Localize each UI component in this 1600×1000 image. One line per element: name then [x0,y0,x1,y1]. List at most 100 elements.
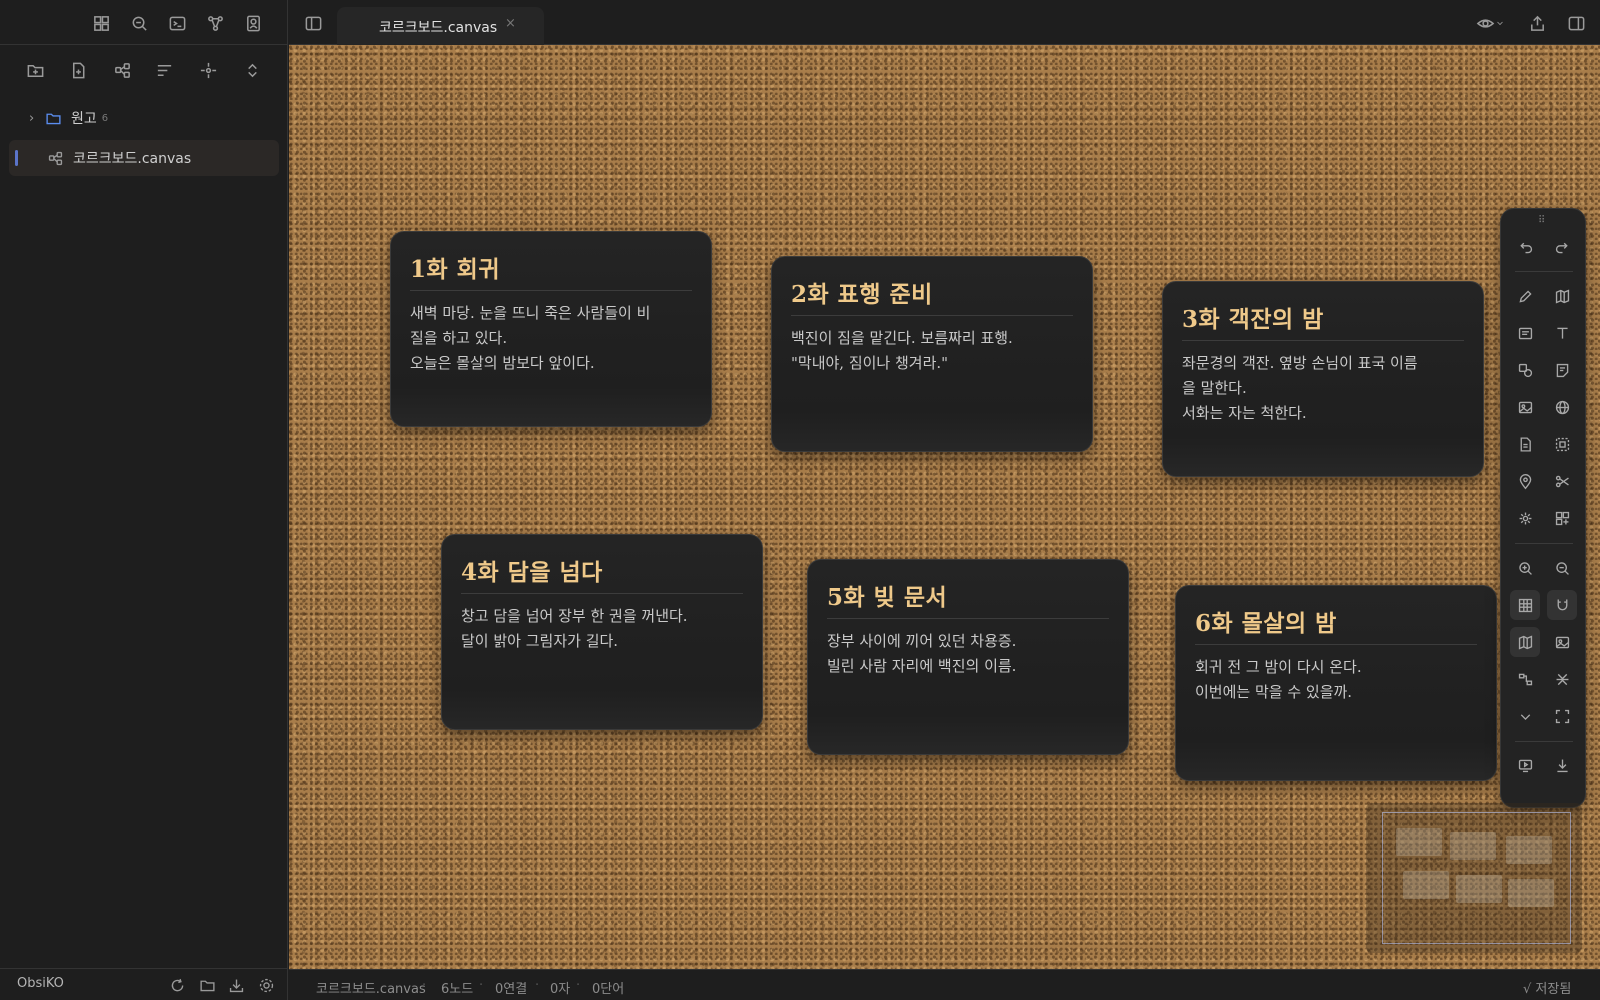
card-title: 3화 객잔의 밤 [1182,306,1324,333]
minimap-icon[interactable] [1510,627,1540,657]
tree-folder-count: 6 [101,112,109,124]
drag-handle-icon[interactable]: ⠿ [1538,215,1545,226]
download-icon[interactable] [1547,750,1577,780]
file-icon[interactable] [1510,429,1540,459]
card-divider [1182,340,1464,341]
new-note-icon[interactable] [64,56,92,84]
undo-icon[interactable] [1510,232,1540,262]
minimap-viewport[interactable] [1382,812,1571,944]
reveal-icon[interactable] [194,56,222,84]
share-icon[interactable] [1525,11,1549,35]
group-icon[interactable] [1547,429,1577,459]
status-separator: · [576,978,581,993]
card-title: 5화 빚 문서 [827,584,948,611]
tab-title: 코르크보드.canvas [379,20,498,36]
status-saved: √ 저장됨 [1523,982,1572,997]
present-icon[interactable] [1510,750,1540,780]
toolbar-divider [1515,741,1573,742]
tab-close-icon[interactable]: × [505,16,516,31]
status-words: 0단어 [592,982,625,997]
status-edges: 0연결 [495,982,528,997]
vault-name[interactable]: ObsiKO [17,976,64,991]
status-separator: · [479,978,484,993]
sort-icon[interactable] [150,56,178,84]
card-body: 창고 담을 넘어 장부 한 권을 꺼낸다. 달이 밝아 그림자가 길다. [461,607,688,650]
status-bar: 코르크보드.canvas · 6노드 · 0연결 · 0자 · 0단어 √ 저장… [289,969,1600,1000]
toolbar-divider [1515,271,1573,272]
fullscreen-icon[interactable] [1547,701,1577,731]
canvas-card[interactable]: 1화 회귀 새벽 마당. 눈을 뜨니 죽은 사람들이 비 질을 하고 있다. 오… [390,231,712,427]
magnet-icon[interactable] [1547,590,1577,620]
connect-icon[interactable] [1547,466,1577,496]
card-icon[interactable] [1510,318,1540,348]
web-icon[interactable] [1547,392,1577,422]
settings-icon[interactable] [255,974,277,996]
text-icon[interactable] [1547,318,1577,348]
left-sidebar: › 원고 6 코르크보드.canvas ObsiKO [0,0,288,1000]
canvas-toolbar: ⠿ [1500,208,1586,808]
arrange-icon[interactable] [1510,664,1540,694]
chevron-down-icon[interactable] [1510,701,1540,731]
tab-bar: 코르크보드.canvas × [289,0,1600,45]
canvas-card[interactable]: 3화 객잔의 밤 좌문경의 객잔. 옆방 손님이 표국 이름 을 말한다. 서화… [1162,281,1484,477]
minimap[interactable] [1366,803,1582,953]
card-body: 장부 사이에 끼어 있던 차용증. 빌린 사람 자리에 백진의 이름. [827,632,1017,675]
pin-icon[interactable] [1510,466,1540,496]
collapse-icon[interactable] [238,56,266,84]
card-body: 좌문경의 객잔. 옆방 손님이 표국 이름 을 말한다. 서화는 자는 척한다. [1182,354,1418,422]
status-separator: · [535,978,540,993]
shapes-icon[interactable] [1510,355,1540,385]
canvas-card[interactable]: 4화 담을 넘다 창고 담을 넘어 장부 한 권을 꺼낸다. 달이 밝아 그림자… [441,534,763,730]
sidebar-ribbon [0,0,288,45]
search-icon[interactable] [126,10,152,36]
card-divider [827,618,1109,619]
contacts-icon[interactable] [240,10,266,36]
canvas-icon [45,148,65,168]
card-divider [791,315,1073,316]
canvas-card[interactable]: 5화 빚 문서 장부 사이에 끼어 있던 차용증. 빌린 사람 자리에 백진의 … [807,559,1129,755]
canvas-card[interactable]: 2화 표행 준비 백진이 짐을 맡긴다. 보름짜리 표행. "막내야, 짐이나 … [771,256,1093,452]
card-body: 새벽 마당. 눈을 뜨니 죽은 사람들이 비 질을 하고 있다. 오늘은 몰살의… [410,304,651,372]
pen-icon[interactable] [1510,281,1540,311]
redo-icon[interactable] [1547,232,1577,262]
view-mode-icon[interactable] [1472,11,1508,35]
image-export-icon[interactable] [1547,627,1577,657]
map-icon[interactable] [1547,281,1577,311]
card-divider [461,593,743,594]
right-sidebar-icon[interactable] [1564,11,1588,35]
canvas-card[interactable]: 6화 몰살의 밤 회귀 전 그 밤이 다시 온다. 이번에는 막을 수 있을까. [1175,585,1497,781]
status-chars: 0자 [550,982,571,997]
vault-bar: ObsiKO [0,968,288,1000]
download-icon[interactable] [225,974,247,996]
tab-corkboard[interactable]: 코르크보드.canvas × [337,7,544,45]
tree-folder-manuscript[interactable]: › 원고 6 [9,100,279,136]
collapse-edges-icon[interactable] [1547,664,1577,694]
layout-grid-icon[interactable] [88,10,114,36]
widgets-icon[interactable] [1547,503,1577,533]
image-icon[interactable] [1510,392,1540,422]
card-title: 6화 몰살의 밤 [1195,610,1337,637]
tree-file-corkboard[interactable]: 코르크보드.canvas [9,140,279,176]
chevron-right-icon[interactable]: › [29,111,43,126]
sync-icon[interactable] [166,974,188,996]
terminal-icon[interactable] [164,10,190,36]
new-folder-icon[interactable] [21,56,49,84]
open-vault-icon[interactable] [196,974,218,996]
card-body: 백진이 짐을 맡긴다. 보름짜리 표행. "막내야, 짐이나 챙겨라." [791,329,1013,372]
grid-icon[interactable] [1510,590,1540,620]
status-file: 코르크보드.canvas [316,982,426,997]
card-title: 4화 담을 넘다 [461,559,603,586]
graph-icon[interactable] [202,10,228,36]
sparkle-icon[interactable] [1510,503,1540,533]
new-canvas-icon[interactable] [108,56,136,84]
tree-file-label: 코르크보드.canvas [73,151,192,167]
note-icon[interactable] [1547,355,1577,385]
zoom-out-icon[interactable] [1547,553,1577,583]
card-title: 1화 회귀 [410,256,500,283]
zoom-in-icon[interactable] [1510,553,1540,583]
sidebar-toggle-icon[interactable] [302,12,324,34]
tree-folder-label: 원고 [71,111,97,127]
card-divider [410,290,692,291]
card-title: 2화 표행 준비 [791,281,933,308]
card-body: 회귀 전 그 밤이 다시 온다. 이번에는 막을 수 있을까. [1195,658,1362,701]
